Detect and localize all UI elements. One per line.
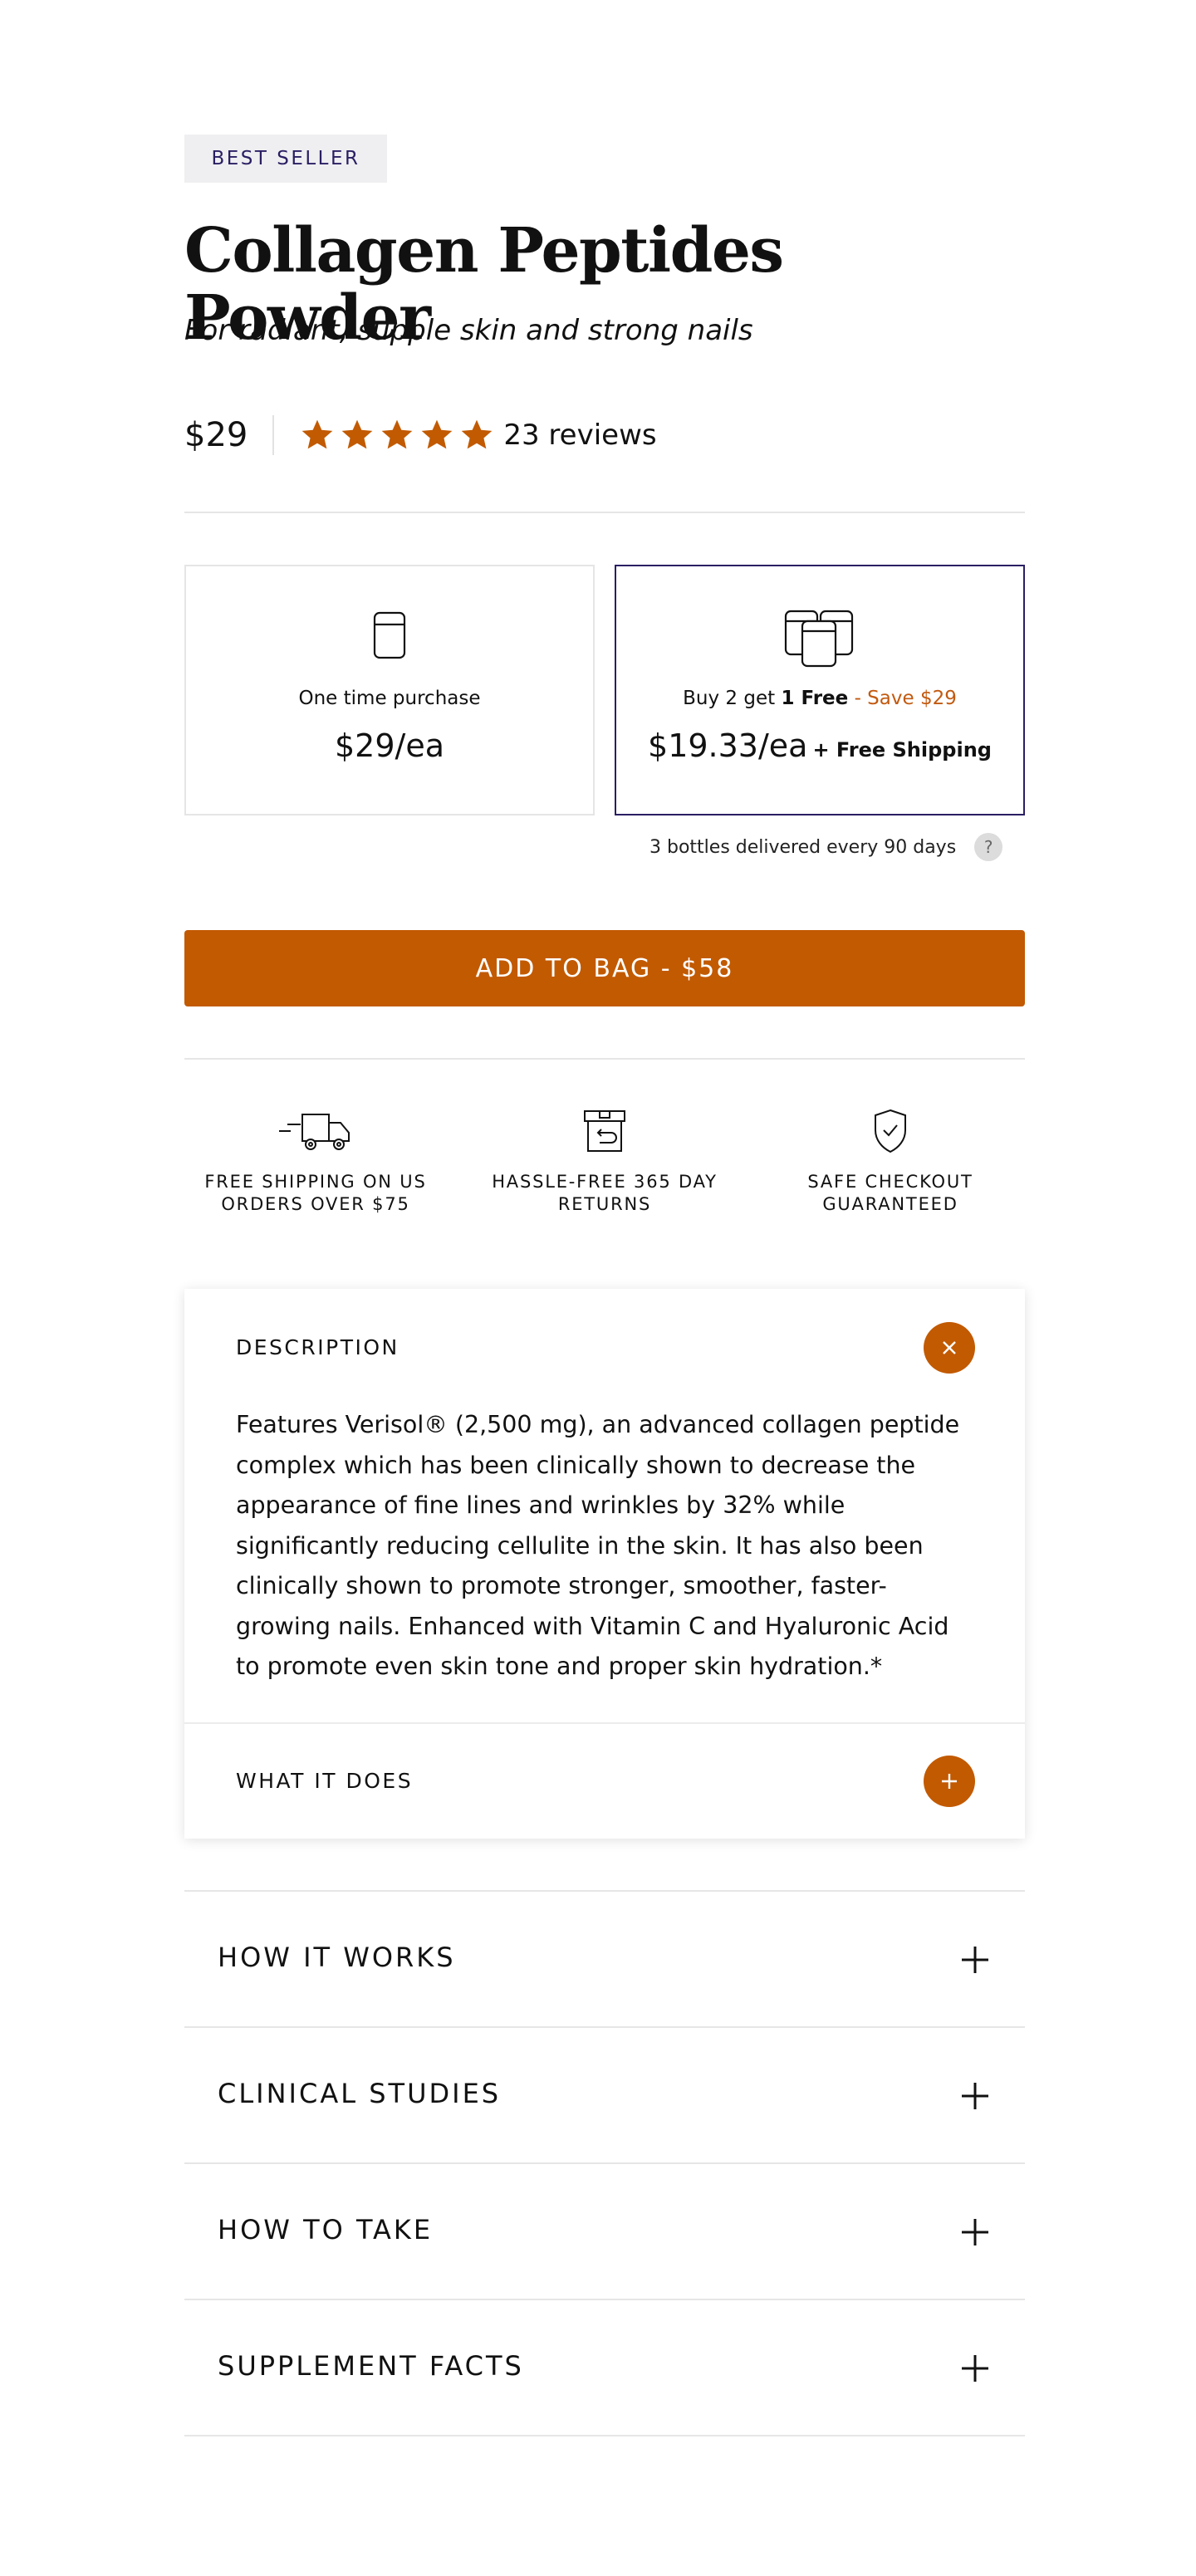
option-price: $19.33/ea [648,727,808,764]
truck-icon [191,1104,440,1158]
accordion-label: HOW IT WORKS [218,1942,456,1973]
help-icon[interactable]: ? [974,833,1003,861]
return-box-icon [480,1104,729,1158]
plus-icon [962,2219,988,2245]
feature-text: HASSLE-FREE 365 DAY RETURNS [492,1172,718,1215]
delivery-note: 3 bottles delivered every 90 days ? [649,830,1003,864]
free-shipping-note: + Free Shipping [812,738,992,762]
description-card: DESCRIPTION Features Verisol® (2,500 mg)… [184,1289,1025,1839]
accordion-supplement-facts[interactable]: SUPPLEMENT FACTS [184,2300,1025,2436]
best-seller-badge: BEST SELLER [184,135,387,183]
close-description-button[interactable] [924,1322,975,1374]
close-icon [943,1341,956,1354]
product-price: $29 [184,416,248,454]
option-label: Buy 2 get 1 Free - Save $29 [616,688,1023,709]
option-price: $29/ea [335,727,444,764]
option-label-prefix: Buy 2 get [683,688,776,709]
reviews-link[interactable]: 23 reviews [503,419,656,452]
accordion-label: CLINICAL STUDIES [218,2078,502,2109]
plus-icon [962,1947,988,1973]
delivery-note-text: 3 bottles delivered every 90 days [649,836,957,858]
price-rating-row: $29 23 reviews [184,410,657,460]
option-label: One time purchase [298,688,481,709]
add-to-bag-button[interactable]: ADD TO BAG - $58 [184,930,1025,1006]
star-icon [299,417,336,453]
option-label-free: 1 Free [781,688,849,709]
shield-check-icon [766,1104,1015,1158]
plus-icon [962,2355,988,2382]
three-bottles-icon [616,608,1023,668]
star-icon [419,417,455,453]
option-price-row: $19.33/ea + Free Shipping [616,727,1023,764]
accordion-label: HOW TO TAKE [218,2214,434,2245]
plus-icon [942,1774,957,1789]
accordion-label: SUPPLEMENT FACTS [218,2350,524,2382]
description-body: Features Verisol® (2,500 mg), an advance… [236,1411,960,1680]
accordion-divider [184,2435,1025,2436]
expand-what-it-does-button[interactable] [924,1756,975,1807]
section-divider [184,1058,1025,1060]
feature-safe-checkout: SAFE CHECKOUT GUARANTEED [766,1104,1015,1217]
one-time-purchase-option[interactable]: One time purchase $29/ea [184,565,595,815]
accordion-how-it-works[interactable]: HOW IT WORKS [184,1892,1025,2028]
feature-text: SAFE CHECKOUT GUARANTEED [807,1172,973,1215]
accordion-clinical-studies[interactable]: CLINICAL STUDIES [184,2028,1025,2164]
section-divider [184,512,1025,513]
star-icon [339,417,375,453]
card-divider [184,1722,1025,1724]
star-rating[interactable] [299,417,495,453]
description-heading[interactable]: DESCRIPTION [236,1335,399,1359]
star-icon [458,417,495,453]
single-bottle-icon [186,608,593,661]
what-it-does-heading[interactable]: WHAT IT DOES [236,1769,413,1793]
plus-icon [962,2083,988,2109]
accordion-how-to-take[interactable]: HOW TO TAKE [184,2164,1025,2300]
product-subtitle: For radiant, supple skin and strong nail… [184,314,753,347]
feature-returns: HASSLE-FREE 365 DAY RETURNS [480,1104,729,1217]
price-divider [272,415,275,455]
star-icon [379,417,415,453]
option-label-save: - Save $29 [854,688,957,709]
feature-text: FREE SHIPPING ON US ORDERS OVER $75 [204,1172,427,1215]
bundle-purchase-option[interactable]: Buy 2 get 1 Free - Save $29 $19.33/ea + F… [615,565,1025,815]
feature-free-shipping: FREE SHIPPING ON US ORDERS OVER $75 [191,1104,440,1217]
